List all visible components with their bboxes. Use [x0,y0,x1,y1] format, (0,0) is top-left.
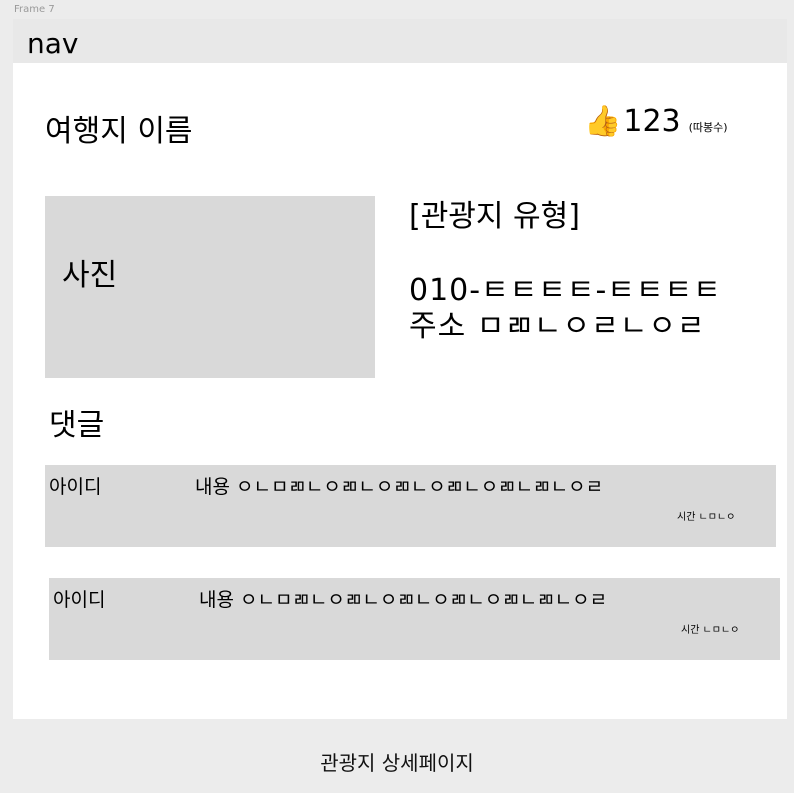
like-count: 123 [623,104,681,139]
comment-content: 내용 ㅇㄴㅁㄻㄴㅇㄻㄴㅇㄻㄴㅇㄻㄴㅇㄻㄴㄻㄴㅇㄹ [199,589,608,611]
place-name: 여행지 이름 [45,114,193,149]
comment-item: 아이디 내용 ㅇㄴㅁㄻㄴㅇㄻㄴㅇㄻㄴㅇㄻㄴㅇㄻㄴㄻㄴㅇㄹ 시간 ㄴㅁㄴㅇ [45,465,776,547]
place-type: [관광지 유형] [409,199,580,234]
photo-label: 사진 [62,258,118,293]
page-caption: 관광지 상세페이지 [320,751,474,775]
like-note: (따봉수) [688,121,728,134]
place-phone: 010-ㅌㅌㅌㅌ-ㅌㅌㅌㅌ [409,273,722,308]
comment-user: 아이디 [49,476,102,498]
comment-item: 아이디 내용 ㅇㄴㅁㄻㄴㅇㄻㄴㅇㄻㄴㅇㄻㄴㅇㄻㄴㄻㄴㅇㄹ 시간 ㄴㅁㄴㅇ [49,578,780,660]
place-photo: 사진 [45,196,375,378]
comment-content: 내용 ㅇㄴㅁㄻㄴㅇㄻㄴㅇㄻㄴㅇㄻㄴㅇㄻㄴㄻㄴㅇㄹ [195,476,604,498]
like-widget[interactable]: 👍 123 (따봉수) [584,104,728,140]
place-address: 주소 ㅁㄻㄴㅇㄹㄴㅇㄹ [409,309,706,344]
frame-label: Frame 7 [14,4,55,15]
page-frame: nav 여행지 이름 👍 123 (따봉수) 사진 [관광지 유형] 010-ㅌ… [13,19,787,719]
nav-label: nav [27,27,79,60]
comment-user: 아이디 [53,589,106,611]
comment-time: 시간 ㄴㅁㄴㅇ [681,625,740,636]
comment-time: 시간 ㄴㅁㄴㅇ [677,512,736,523]
nav-bar[interactable]: nav [13,19,787,63]
thumbs-up-icon[interactable]: 👍 [584,104,621,140]
comments-heading: 댓글 [49,408,105,443]
